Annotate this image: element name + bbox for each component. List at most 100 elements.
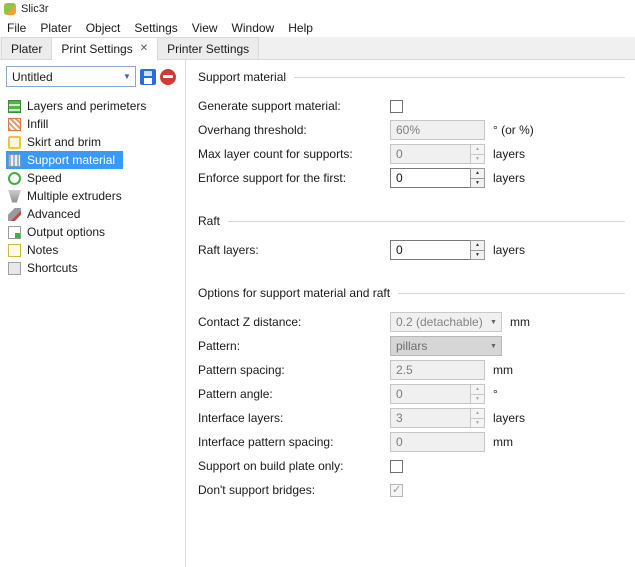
- unit-label: layers: [493, 147, 525, 161]
- contact-z-distance-value: 0.2 (detachable): [396, 315, 483, 329]
- field-row: Interface pattern spacing: mm: [198, 432, 625, 452]
- sidebar-item-label: Skirt and brim: [27, 135, 101, 149]
- menu-settings[interactable]: Settings: [127, 19, 184, 37]
- menu-file[interactable]: File: [0, 19, 33, 37]
- chevron-down-icon: ▼: [486, 319, 501, 326]
- sidebar-item-layers-and-perimeters[interactable]: Layers and perimeters: [6, 97, 154, 115]
- menu-help[interactable]: Help: [281, 19, 320, 37]
- field-label: Interface layers:: [198, 411, 390, 425]
- support-build-plate-checkbox[interactable]: [390, 460, 403, 473]
- save-preset-icon[interactable]: [140, 69, 156, 85]
- field-label: Contact Z distance:: [198, 315, 390, 329]
- unit-label: layers: [493, 243, 525, 257]
- menubar: File Plater Object Settings View Window …: [0, 18, 635, 37]
- chevron-down-icon: ▼: [486, 343, 501, 350]
- field-row: Don't support bridges:: [198, 480, 625, 500]
- field-row: Pattern angle: ▲ ▼ °: [198, 384, 625, 404]
- spin-down-button[interactable]: ▼: [470, 178, 485, 189]
- field-label: Raft layers:: [198, 243, 390, 257]
- delete-preset-icon[interactable]: [160, 69, 176, 85]
- spin-down-icon: ▼: [470, 154, 485, 165]
- max-layer-count-input: [390, 144, 470, 164]
- sidebar-item-label: Output options: [27, 225, 105, 239]
- sidebar-item-advanced[interactable]: Advanced: [6, 205, 88, 223]
- spin-up-icon: ▲: [470, 408, 485, 418]
- sidebar-item-multiple-extruders[interactable]: Multiple extruders: [6, 187, 130, 205]
- window-title: Slic3r: [21, 3, 49, 15]
- section-options: Options for support material and raft Co…: [198, 286, 625, 500]
- tab-print-settings[interactable]: Print Settings ✕: [51, 37, 158, 60]
- tab-plater[interactable]: Plater: [1, 37, 52, 59]
- sidebar-item-label: Advanced: [27, 207, 80, 221]
- sidebar-item-support-material[interactable]: Support material: [6, 151, 123, 169]
- sidebar-item-notes[interactable]: Notes: [6, 241, 66, 259]
- tab-printer-settings[interactable]: Printer Settings: [157, 37, 259, 59]
- field-row: Overhang threshold: ° (or %): [198, 120, 625, 140]
- skirt-icon: [8, 136, 21, 149]
- field-row: Support on build plate only:: [198, 456, 625, 476]
- overhang-threshold-input: [390, 120, 485, 140]
- spin-down-icon: ▼: [470, 394, 485, 405]
- infill-icon: [8, 118, 21, 131]
- field-label: Interface pattern spacing:: [198, 435, 390, 449]
- pattern-select: pillars ▼: [390, 336, 502, 356]
- menu-plater[interactable]: Plater: [33, 19, 78, 37]
- max-layer-count-spinner: ▲ ▼: [390, 144, 485, 164]
- sidebar-item-label: Support material: [27, 153, 115, 167]
- spin-up-button[interactable]: ▲: [470, 168, 485, 178]
- support-icon: [8, 154, 21, 167]
- section-support-material: Support material Generate support materi…: [198, 70, 625, 188]
- spin-up-button[interactable]: ▲: [470, 240, 485, 250]
- enforce-support-input[interactable]: [390, 168, 470, 188]
- preset-row: Untitled ▼: [6, 66, 181, 87]
- output-icon: [8, 226, 21, 239]
- field-row: Pattern spacing: mm: [198, 360, 625, 380]
- app-icon: [4, 3, 16, 15]
- speed-icon: [8, 172, 21, 185]
- sidebar-item-label: Infill: [27, 117, 48, 131]
- field-label: Pattern spacing:: [198, 363, 390, 377]
- notes-icon: [8, 244, 21, 257]
- unit-label: mm: [493, 363, 513, 377]
- settings-panel: Support material Generate support materi…: [186, 60, 635, 567]
- section-raft: Raft Raft layers: ▲ ▼ layers: [198, 214, 625, 260]
- raft-layers-spinner[interactable]: ▲ ▼: [390, 240, 485, 260]
- unit-label: ° (or %): [493, 123, 534, 137]
- raft-layers-input[interactable]: [390, 240, 470, 260]
- tab-printer-settings-label: Printer Settings: [167, 42, 249, 56]
- generate-support-checkbox[interactable]: [390, 100, 403, 113]
- dont-support-bridges-checkbox: [390, 484, 403, 497]
- unit-label: mm: [493, 435, 513, 449]
- sidebar-item-infill[interactable]: Infill: [6, 115, 56, 133]
- sidebar-item-label: Layers and perimeters: [27, 99, 146, 113]
- enforce-support-spinner[interactable]: ▲ ▼: [390, 168, 485, 188]
- sidebar-item-shortcuts[interactable]: Shortcuts: [6, 259, 86, 277]
- settings-tree: Layers and perimeters Infill Skirt and b…: [6, 97, 181, 277]
- section-divider: [228, 221, 625, 222]
- field-label: Pattern:: [198, 339, 390, 353]
- field-label: Overhang threshold:: [198, 123, 390, 137]
- spin-up-icon: ▲: [470, 384, 485, 394]
- menu-object[interactable]: Object: [79, 19, 128, 37]
- extruders-icon: [8, 190, 21, 203]
- pattern-value: pillars: [396, 339, 427, 353]
- section-divider: [294, 77, 625, 78]
- section-title: Support material: [198, 70, 286, 84]
- pattern-angle-spinner: ▲ ▼: [390, 384, 485, 404]
- sidebar-item-label: Shortcuts: [27, 261, 78, 275]
- field-row: Interface layers: ▲ ▼ layers: [198, 408, 625, 428]
- interface-layers-input: [390, 408, 470, 428]
- close-icon[interactable]: ✕: [140, 44, 148, 54]
- menu-window[interactable]: Window: [225, 19, 282, 37]
- sidebar-item-output-options[interactable]: Output options: [6, 223, 113, 241]
- contact-z-distance-select: 0.2 (detachable) ▼: [390, 312, 502, 332]
- field-row: Max layer count for supports: ▲ ▼ layers: [198, 144, 625, 164]
- preset-select[interactable]: Untitled ▼: [6, 66, 136, 87]
- sidebar-item-skirt-and-brim[interactable]: Skirt and brim: [6, 133, 109, 151]
- menu-view[interactable]: View: [185, 19, 225, 37]
- sidebar-item-label: Multiple extruders: [27, 189, 122, 203]
- spin-down-button[interactable]: ▼: [470, 250, 485, 261]
- sidebar-item-speed[interactable]: Speed: [6, 169, 70, 187]
- unit-label: mm: [510, 315, 530, 329]
- field-label: Enforce support for the first:: [198, 171, 390, 185]
